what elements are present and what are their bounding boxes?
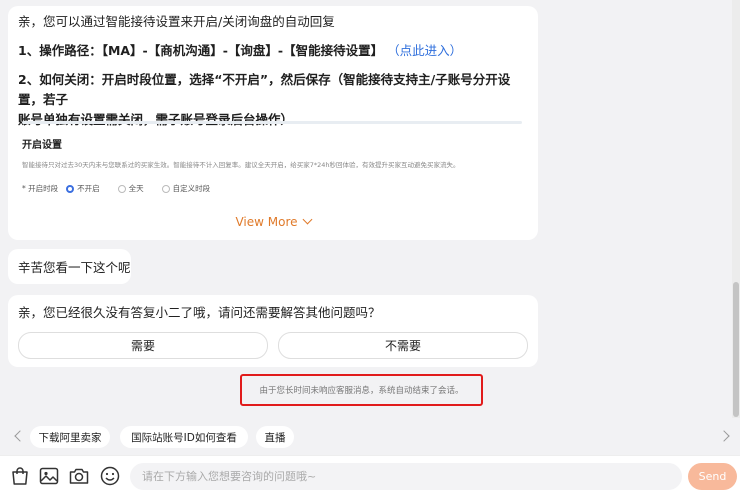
radio-option-custom: 自定义时段: [161, 183, 211, 194]
quick-reply-row: 需要 不需要: [18, 332, 528, 359]
message-line: 亲，您可以通过智能接待设置来开启/关闭询盘的自动回复: [18, 14, 335, 29]
session-ended-text: 由于您长时间未响应客服消息，系统自动结束了会话。: [259, 386, 464, 396]
radio-selected-icon: [66, 184, 75, 193]
camera-icon[interactable]: [68, 465, 90, 487]
operation-path: 1、操作路径：【MA】-【商机沟通】-【询盘】-【智能接待设置】 （点此进入）: [18, 41, 528, 61]
emoji-icon[interactable]: [99, 465, 121, 487]
click-here-link[interactable]: 点此进入: [400, 43, 450, 58]
preview-radio-label: * 开启时段: [22, 184, 59, 193]
preview-title: 开启设置: [22, 140, 62, 151]
chip-account-id[interactable]: 国际站账号ID如何查看: [120, 426, 248, 448]
message-input[interactable]: [130, 463, 682, 490]
chevron-left-icon[interactable]: [14, 430, 26, 442]
chevron-right-icon[interactable]: [718, 430, 730, 442]
session-ended-notice: 由于您长时间未响应客服消息，系统自动结束了会话。: [240, 374, 483, 406]
view-more-label: View More: [235, 215, 298, 229]
preview-description: 智能接待只对过去30天内未与您联系过的买家生效。智能接待不计入回复率。建议全天开…: [22, 161, 460, 169]
bot-message-auto-reply-help: 亲，您可以通过智能接待设置来开启/关闭询盘的自动回复 1、操作路径：【MA】-【…: [8, 6, 538, 240]
send-button[interactable]: Send: [688, 463, 737, 490]
preview-radio-group: * 开启时段 不开启 全天 自定义时段: [22, 183, 522, 194]
image-icon[interactable]: [38, 465, 60, 487]
bot-message-followup: 亲，您已经很久没有答复小二了哦，请问还需要解答其他问题吗？ 需要 不需要: [8, 295, 538, 367]
chevron-down-icon: [302, 214, 312, 225]
quick-question-bar: 下载阿里卖家 国际站账号ID如何查看 直播: [0, 418, 740, 455]
need-help-button[interactable]: 需要: [18, 332, 268, 359]
bag-icon[interactable]: [9, 465, 31, 487]
scrollbar-thumb[interactable]: [733, 282, 739, 417]
chip-live[interactable]: 直播: [256, 426, 294, 448]
user-message: 辛苦您看一下这个呢: [8, 249, 131, 284]
input-bar: Send: [0, 455, 740, 496]
radio-option-label: 全天: [128, 184, 144, 193]
path-link-close: ）: [449, 43, 463, 58]
operation-path-text: 1、操作路径：【MA】-【商机沟通】-【询盘】-【智能接待设置】: [18, 43, 384, 58]
settings-preview-image: 开启设置 智能接待只对过去30天内未与您联系过的买家生效。智能接待不计入回复率。…: [22, 121, 522, 194]
radio-icon: [161, 184, 170, 193]
preview-divider: [22, 121, 522, 124]
radio-icon: [117, 184, 126, 193]
user-message-text: 辛苦您看一下这个呢: [18, 260, 131, 275]
radio-option-allday: 全天: [117, 183, 144, 194]
radio-option-off: 不开启: [66, 183, 100, 194]
close-instructions-line1: 2、如何关闭：开启时段位置，选择“不开启”，然后保存（智能接待支持主/子账号分开…: [18, 72, 511, 107]
view-more-button[interactable]: View More: [8, 214, 538, 229]
followup-question: 亲，您已经很久没有答复小二了哦，请问还需要解答其他问题吗？: [18, 305, 381, 320]
path-link-open: （: [387, 43, 400, 58]
chip-download-seller-app[interactable]: 下载阿里卖家: [30, 426, 110, 448]
no-need-button[interactable]: 不需要: [278, 332, 528, 359]
radio-option-label: 自定义时段: [172, 184, 211, 193]
radio-option-label: 不开启: [77, 184, 100, 193]
